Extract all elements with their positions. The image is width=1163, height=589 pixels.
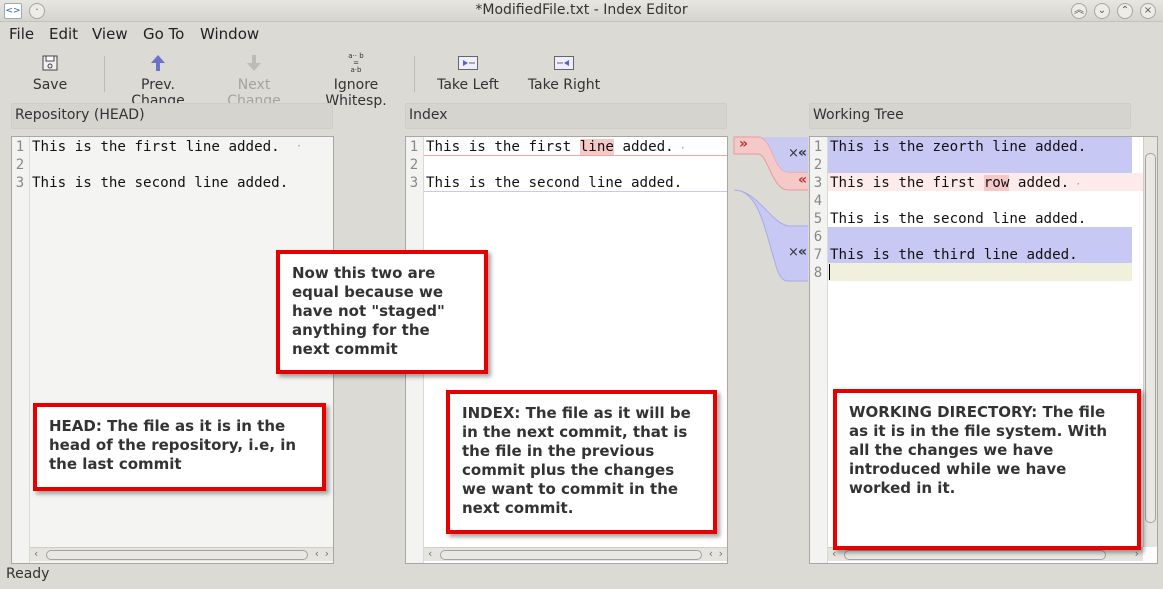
cursor — [829, 264, 830, 280]
take-right-button[interactable]: Take Right — [526, 52, 602, 93]
line-number: 8 — [813, 265, 823, 281]
take-right-chevron[interactable]: » — [739, 136, 748, 152]
code-line: This is the second line added. — [830, 211, 1087, 227]
callout-index-equal: Now this two are equal because we have n… — [276, 250, 488, 374]
line-gutter — [12, 137, 30, 563]
line-number: 2 — [409, 157, 419, 173]
menu-edit[interactable]: Edit — [49, 25, 78, 43]
scroll-right-icon[interactable]: › — [719, 547, 723, 560]
code-text: This is the first — [830, 175, 984, 191]
code-text: added. — [1009, 175, 1070, 191]
line-number: 3 — [15, 175, 25, 191]
line-number: 7 — [813, 247, 823, 263]
repository-pane-header: Repository (HEAD) — [11, 103, 333, 129]
arrow-up-icon — [114, 52, 202, 74]
take-right-icon — [526, 52, 602, 74]
changed-word: row — [983, 175, 1010, 191]
arrow-down-icon — [210, 52, 298, 74]
whitespace-glyph-bottom: a·b — [350, 65, 362, 74]
code-line: This is the first line added. — [32, 139, 280, 155]
close-icon[interactable]: × — [1140, 3, 1156, 19]
take-left-chevron[interactable]: « — [798, 145, 807, 161]
line-number: 1 — [15, 139, 25, 155]
floppy-icon — [28, 52, 72, 74]
added-connector — [733, 189, 808, 282]
take-left-chevron[interactable]: « — [798, 244, 807, 260]
scrollbar-thumb[interactable] — [440, 550, 702, 560]
whitespace-marker: · — [1069, 179, 1082, 190]
line-number: 5 — [813, 211, 823, 227]
changed-word: line — [579, 139, 614, 155]
line-number: 3 — [813, 175, 823, 191]
scrollbar-thumb[interactable] — [1145, 153, 1156, 523]
take-left-chevron[interactable]: « — [798, 172, 807, 188]
take-left-icon — [432, 52, 504, 74]
vertical-scrollbar[interactable] — [1143, 137, 1157, 547]
code-line: This is the second line added. — [32, 175, 289, 191]
title-bar: <> · *ModifiedFile.txt - Index Editor ︽ … — [0, 0, 1163, 22]
code-line: This is the first row added. · — [830, 174, 1081, 194]
code-text: This is the first — [426, 139, 580, 155]
toolbar-separator — [414, 56, 415, 92]
menu-view[interactable]: View — [92, 25, 128, 43]
callout-index: INDEX: The file as it will be in the nex… — [446, 390, 717, 534]
code-line: This is the third line added. — [830, 247, 1078, 263]
menu-window[interactable]: Window — [200, 25, 259, 43]
status-text: Ready — [6, 566, 50, 582]
code-text: added. — [613, 139, 674, 155]
whitespace-icon: a·· b = a·b — [304, 52, 408, 74]
save-label: Save — [32, 77, 68, 93]
prev-change-button[interactable]: Prev. Change — [114, 52, 202, 109]
line-number: 1 — [409, 139, 419, 155]
line-number: 2 — [15, 157, 25, 173]
horizontal-scrollbar[interactable]: ‹ ‹ › — [30, 547, 333, 561]
whitespace-marker: · — [673, 143, 686, 154]
take-left-button[interactable]: Take Left — [432, 52, 504, 93]
minimize-icon[interactable]: ⌄ — [1094, 3, 1110, 19]
take-right-label: Take Right — [527, 77, 601, 93]
ignore-whitespace-button[interactable]: a·· b = a·b Ignore Whitesp. — [304, 52, 408, 109]
menu-goto[interactable]: Go To — [143, 25, 184, 43]
maximize-icon[interactable]: ⌃ — [1117, 3, 1133, 19]
line-number: 4 — [813, 193, 823, 209]
callout-working: WORKING DIRECTORY: The file as it is in … — [833, 389, 1141, 550]
callout-head: HEAD: The file as it is in the head of t… — [33, 403, 326, 491]
scroll-right-icon[interactable]: ‹ — [709, 547, 713, 560]
scroll-left-icon[interactable]: ‹ — [428, 547, 432, 560]
scrollbar-thumb[interactable] — [46, 550, 308, 560]
scroll-left-icon[interactable]: ‹ — [34, 547, 38, 560]
code-line: This is the zeorth line added. — [830, 139, 1087, 155]
horizontal-scrollbar[interactable]: ‹ ‹ › — [424, 547, 727, 561]
working-pane-header: Working Tree — [809, 103, 1131, 129]
line-number: 6 — [813, 229, 823, 245]
take-left-label: Take Left — [437, 77, 499, 93]
menu-file[interactable]: File — [9, 25, 34, 43]
line-number: 3 — [409, 175, 419, 191]
next-change-button[interactable]: Next Change — [210, 52, 298, 109]
whitespace-marker: · — [296, 141, 303, 152]
toolbar-separator — [104, 56, 105, 92]
line-number: 2 — [813, 157, 823, 173]
code-line: This is the second line added. — [426, 175, 683, 191]
keep-above-icon[interactable]: ︽ — [1071, 3, 1087, 19]
scrollbar-thumb[interactable] — [844, 550, 1106, 560]
scroll-right-icon[interactable]: › — [325, 547, 329, 560]
code-line: This is the first line added. · — [426, 138, 686, 158]
current-line — [828, 263, 1132, 281]
index-pane-header: Index — [405, 103, 727, 129]
scroll-right-icon[interactable]: ‹ — [315, 547, 319, 560]
save-button[interactable]: Save — [28, 52, 72, 93]
window-title: *ModifiedFile.txt - Index Editor — [475, 2, 688, 18]
line-number: 1 — [813, 139, 823, 155]
